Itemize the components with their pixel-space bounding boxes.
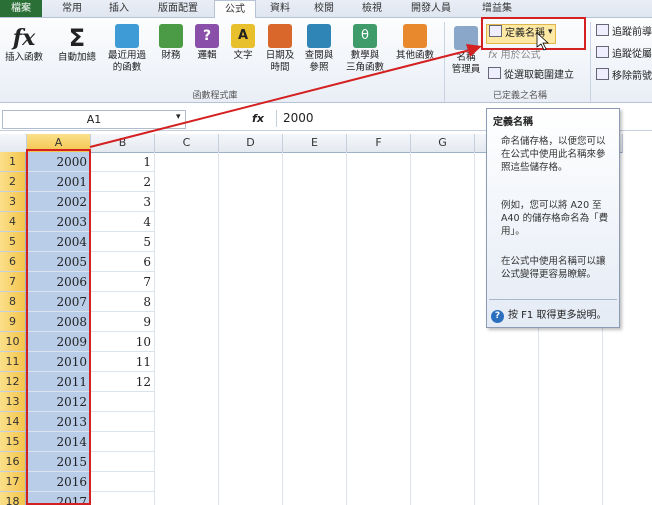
column-a-highlight-box: [26, 149, 91, 505]
define-name-highlight-box: [481, 17, 586, 50]
annotation-arrow-head: [466, 44, 482, 57]
annotation-overlay: [26, 17, 586, 505]
annotation-arrow-line: [89, 49, 471, 148]
mouse-cursor-icon: [536, 32, 550, 51]
